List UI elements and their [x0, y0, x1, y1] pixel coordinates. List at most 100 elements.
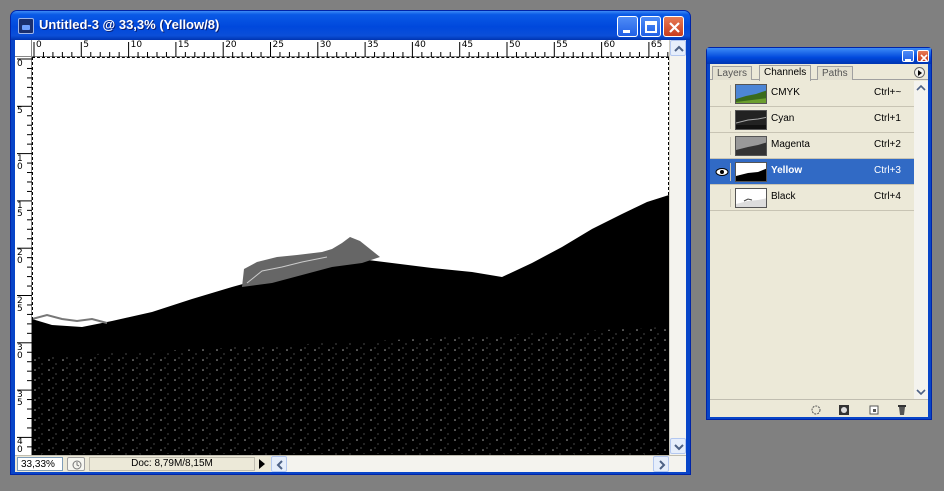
scroll-left-button[interactable] [271, 456, 287, 472]
ruler-label: 25 [272, 40, 284, 50]
chevron-up-icon [674, 45, 684, 52]
horizontal-ruler[interactable]: 0 5 10 15 20 25 30 35 40 45 50 55 60 65 [32, 40, 669, 57]
palette-minimize-button[interactable] [902, 50, 914, 62]
status-info-button[interactable] [67, 457, 85, 471]
channel-name: Yellow [771, 165, 803, 176]
channel-shortcut: Ctrl+3 [874, 165, 901, 176]
vertical-scrollbar[interactable] [669, 40, 686, 455]
channel-thumbnail [735, 188, 767, 208]
palette-close-button[interactable] [917, 50, 929, 62]
status-menu-arrow[interactable] [259, 459, 265, 469]
ruler-label: 30 [319, 40, 332, 50]
channel-thumbnail [735, 110, 767, 130]
ruler-label: 20 [225, 40, 237, 50]
channel-shortcut: Ctrl+1 [874, 113, 901, 124]
chevron-down-icon [674, 444, 684, 451]
palette-scrollbar[interactable] [914, 81, 928, 399]
visibility-toggle[interactable] [713, 137, 731, 155]
channel-shortcut: Ctrl+2 [874, 139, 901, 150]
tab-paths[interactable]: Paths [817, 66, 853, 80]
ruler-label: 5 [83, 40, 90, 50]
document-size-info: Doc: 8,79M/8,15M [89, 457, 255, 471]
channels-palette: Layers Channels Paths CMYK Ctrl+~ Cyan C… [706, 47, 932, 420]
ruler-label: 10 [130, 40, 143, 50]
ruler-label: 35 [367, 40, 379, 50]
minimize-icon [623, 30, 630, 33]
tab-channels[interactable]: Channels [759, 65, 812, 81]
minimize-icon [905, 59, 911, 61]
channel-thumbnail [735, 162, 767, 182]
scroll-down-button[interactable] [670, 438, 686, 454]
visibility-toggle[interactable] [713, 111, 731, 129]
image-canvas[interactable] [32, 57, 669, 455]
palette-titlebar[interactable] [707, 48, 931, 64]
load-selection-icon[interactable] [810, 403, 822, 415]
channel-row-cyan[interactable]: Cyan Ctrl+1 [710, 107, 914, 133]
channel-name: CMYK [771, 87, 800, 98]
minimize-button[interactable] [617, 16, 638, 37]
channel-row-cmyk[interactable]: CMYK Ctrl+~ [710, 81, 914, 107]
close-icon [920, 54, 928, 62]
tab-layers[interactable]: Layers [712, 66, 753, 80]
horizontal-scrollbar[interactable] [271, 456, 686, 472]
status-info-icon [72, 460, 82, 470]
chevron-down-icon[interactable] [914, 385, 928, 399]
channel-name: Magenta [771, 139, 810, 150]
channel-row-magenta[interactable]: Magenta Ctrl+2 [710, 133, 914, 159]
channel-shortcut: Ctrl+4 [874, 191, 901, 202]
scroll-up-button[interactable] [670, 40, 686, 56]
channel-row-yellow[interactable]: Yellow Ctrl+3 [710, 159, 914, 185]
ruler-label: 25 [17, 295, 23, 314]
channel-thumbnail [735, 136, 767, 156]
ruler-origin[interactable] [15, 40, 32, 57]
ruler-label: 55 [556, 40, 568, 50]
delete-channel-icon[interactable] [896, 403, 908, 415]
eye-icon [715, 168, 729, 176]
maximize-icon [645, 21, 657, 33]
ruler-label: 0 [17, 59, 23, 69]
visibility-toggle[interactable] [713, 85, 731, 103]
ruler-label: 65 [650, 40, 663, 50]
ruler-label: 0 [36, 40, 42, 50]
zoom-field[interactable]: 33,33% [17, 457, 63, 471]
document-title: Untitled-3 @ 33,3% (Yellow/8) [39, 17, 220, 32]
status-bar: 33,33% Doc: 8,79M/8,15M [15, 455, 686, 472]
document-content: 0 5 10 15 20 25 30 35 40 45 50 55 60 65 0 5 10 15 20 25 30 3… [15, 40, 686, 472]
ruler-label: 50 [509, 40, 521, 50]
ruler-label: 15 [17, 200, 23, 219]
ruler-label: 15 [177, 40, 190, 50]
ruler-label: 30 [17, 342, 23, 361]
palette-tabs: Layers Channels Paths [710, 64, 928, 81]
channel-name: Black [771, 191, 796, 202]
document-titlebar[interactable]: Untitled-3 @ 33,3% (Yellow/8) [11, 11, 690, 40]
ruler-label: 60 [603, 40, 616, 50]
yellow-channel-image [32, 57, 669, 455]
visibility-toggle[interactable] [713, 189, 731, 207]
channel-name: Cyan [771, 113, 795, 124]
save-selection-icon[interactable] [838, 403, 850, 415]
chevron-up-icon[interactable] [914, 81, 928, 95]
palette-menu-button[interactable] [914, 67, 925, 78]
maximize-button[interactable] [640, 16, 661, 37]
close-button[interactable] [663, 16, 684, 37]
ruler-label: 35 [17, 390, 23, 409]
ruler-label: 10 [17, 153, 23, 172]
palette-body: Layers Channels Paths CMYK Ctrl+~ Cyan C… [710, 64, 928, 417]
ruler-label: 40 [17, 437, 23, 456]
channel-row-black[interactable]: Black Ctrl+4 [710, 185, 914, 211]
photoshop-icon [18, 18, 34, 34]
vertical-ruler[interactable]: 0 5 10 15 20 25 30 35 40 [15, 57, 32, 455]
channel-shortcut: Ctrl+~ [874, 87, 902, 98]
channel-thumbnail [735, 84, 767, 104]
close-icon [669, 22, 680, 33]
ruler-label: 40 [414, 40, 426, 50]
palette-footer [710, 399, 928, 417]
ruler-label: 5 [17, 106, 23, 117]
ruler-label: 45 [461, 40, 474, 50]
visibility-toggle[interactable] [713, 163, 731, 181]
document-window: Untitled-3 @ 33,3% (Yellow/8) 0 5 10 15 20 25… [10, 10, 691, 475]
ruler-label: 20 [17, 248, 23, 267]
new-channel-icon[interactable] [868, 403, 880, 415]
scroll-right-button[interactable] [653, 456, 669, 472]
chevron-right-icon [659, 460, 666, 470]
